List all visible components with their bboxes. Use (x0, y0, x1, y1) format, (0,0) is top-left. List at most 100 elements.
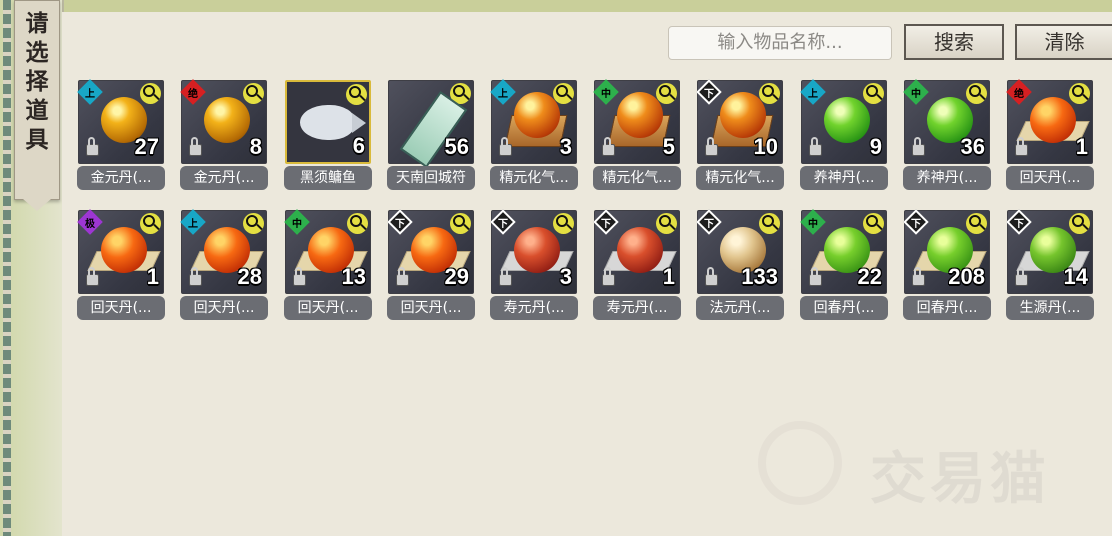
item-slot[interactable]: 下 3 寿元丹(... (490, 209, 578, 322)
item-card[interactable]: 下1 (593, 209, 680, 294)
item-card[interactable]: 下 29 (387, 209, 474, 294)
item-card[interactable]: 中 22 (800, 209, 887, 294)
item-slot[interactable]: 下 29 回天丹(... (387, 209, 475, 322)
magnifier-handle (1082, 93, 1089, 101)
grade-badge: 下 (696, 79, 722, 105)
item-card[interactable]: 上3 (490, 79, 577, 164)
zoom-icon[interactable] (759, 83, 780, 104)
lock-icon (602, 267, 615, 286)
zoom-icon[interactable] (450, 213, 471, 234)
item-card[interactable]: 上9 (800, 79, 887, 164)
item-card[interactable]: 56 (388, 80, 474, 169)
item-count: 28 (237, 264, 262, 289)
item-name: 回春丹(... (903, 296, 991, 320)
item-slot[interactable]: 绝 8 金元丹(... (180, 79, 268, 192)
item-count: 36 (960, 134, 985, 159)
zoom-icon[interactable] (243, 83, 264, 104)
item-card[interactable]: 绝8 (180, 79, 267, 164)
item-name: 精元化气... (696, 166, 784, 190)
item-count: 13 (341, 264, 366, 289)
zoom-icon[interactable] (243, 213, 264, 234)
search-button[interactable]: 搜索 (904, 24, 1004, 60)
item-count: 14 (1063, 264, 1088, 289)
zoom-icon[interactable] (347, 213, 368, 234)
item-name: 养神丹(... (800, 166, 888, 190)
item-slot[interactable]: 上 27 金元丹(... (77, 79, 165, 192)
item-slot[interactable]: 下 208 回春丹(... (903, 209, 991, 322)
grade-label: 绝 (188, 88, 198, 100)
item-card[interactable]: 下 10 (696, 79, 783, 164)
grade-label: 上 (188, 218, 198, 230)
item-card[interactable]: 上 27 (77, 79, 164, 164)
zoom-icon[interactable] (140, 83, 161, 104)
item-card[interactable]: 中 36 (903, 79, 990, 164)
item-slot[interactable]: 下 133 法元丹(... (696, 209, 784, 322)
lock-icon (86, 137, 99, 156)
item-slot[interactable]: 上 9 养神丹(... (800, 79, 888, 192)
zoom-icon[interactable] (1069, 213, 1090, 234)
grade-badge: 中 (284, 209, 310, 235)
grade-badge: 下 (696, 209, 722, 235)
item-slot[interactable]: 下 1 寿元丹(... (593, 209, 681, 322)
item-count: 1 (146, 264, 159, 289)
grade-label: 下 (601, 218, 611, 230)
zoom-icon[interactable] (966, 83, 987, 104)
zoom-icon[interactable] (656, 213, 677, 234)
clear-button[interactable]: 清除 (1015, 24, 1112, 60)
grade-badge: 上 (800, 79, 826, 105)
magnifier-handle (256, 93, 263, 101)
item-count: 9 (869, 134, 882, 159)
item-count: 133 (741, 264, 778, 289)
item-name: 回天丹(... (284, 296, 372, 320)
selected-item-card[interactable]: 6 (285, 80, 371, 164)
cat-logo-icon (758, 421, 842, 505)
grade-label: 中 (601, 88, 611, 100)
lock-icon (912, 137, 925, 156)
item-name: 精元化气... (593, 166, 681, 190)
item-slot[interactable]: 6 黑须鳙鱼 (284, 80, 372, 192)
fish-icon (300, 105, 366, 140)
item-slot[interactable]: 上 28 回天丹(... (180, 209, 268, 322)
search-input[interactable]: 输入物品名称... (668, 26, 892, 60)
item-name: 黑须鳙鱼 (284, 166, 372, 190)
item-count: 5 (662, 134, 675, 159)
item-name: 回天丹(... (1006, 166, 1094, 190)
item-slot[interactable]: 极 1 回天丹(... (77, 209, 165, 322)
item-card[interactable]: 下 133 (696, 209, 783, 294)
item-card[interactable]: 绝1 (1006, 79, 1093, 164)
item-slot[interactable]: 中 22 回春丹(... (800, 209, 888, 322)
zoom-icon[interactable] (863, 83, 884, 104)
item-card[interactable]: 下 14 (1006, 209, 1093, 294)
item-card[interactable]: 中5 (593, 79, 680, 164)
item-card[interactable]: 上 28 (180, 209, 267, 294)
zoom-icon[interactable] (863, 213, 884, 234)
zoom-icon[interactable] (553, 83, 574, 104)
item-card[interactable]: 中 13 (284, 209, 371, 294)
zoom-icon[interactable] (759, 213, 780, 234)
magnifier-handle (1082, 223, 1089, 231)
item-slot[interactable]: 绝 1 回天丹(... (1006, 79, 1094, 192)
zoom-icon[interactable] (553, 213, 574, 234)
magnifier-handle (360, 223, 367, 231)
item-count: 1 (662, 264, 675, 289)
zoom-icon[interactable] (966, 213, 987, 234)
zoom-icon[interactable] (140, 213, 161, 234)
item-slot[interactable]: 中 5 精元化气... (593, 79, 681, 192)
page-title: 请选择道具 (25, 10, 49, 153)
magnifier-handle (153, 93, 160, 101)
magnifier-handle (876, 93, 883, 101)
item-slot[interactable]: 中 36 养神丹(... (903, 79, 991, 192)
item-slot[interactable]: 下 10 精元化气... (696, 79, 784, 192)
item-slot[interactable]: 56 天南回城符 (387, 80, 475, 192)
item-slot[interactable]: 中 13 回天丹(... (284, 209, 372, 322)
item-card[interactable]: 下3 (490, 209, 577, 294)
item-slot[interactable]: 上 3 精元化气... (490, 79, 578, 192)
item-card[interactable]: 下 208 (903, 209, 990, 294)
zoom-icon[interactable] (346, 84, 367, 105)
item-name: 回春丹(... (800, 296, 888, 320)
item-card[interactable]: 极1 (77, 209, 164, 294)
orange-orb-plate-icon (101, 227, 147, 273)
zoom-icon[interactable] (656, 83, 677, 104)
item-slot[interactable]: 下 14 生源丹(... (1006, 209, 1094, 322)
zoom-icon[interactable] (1069, 83, 1090, 104)
